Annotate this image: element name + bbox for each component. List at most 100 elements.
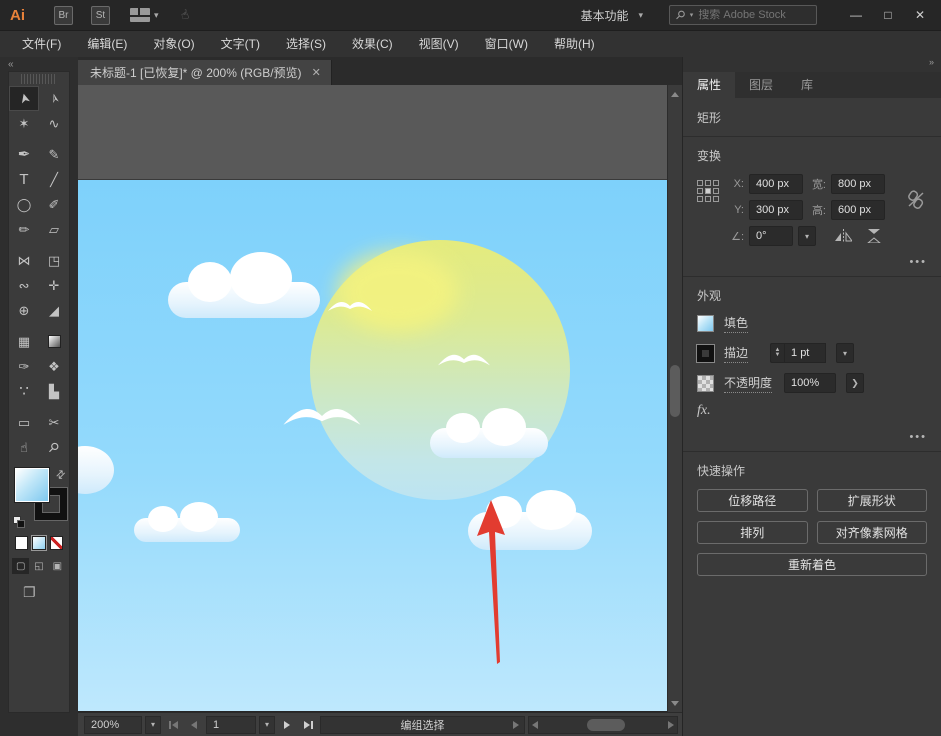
stroke-swatch[interactable] [697, 345, 714, 362]
line-segment-tool[interactable]: ╱ [39, 167, 69, 192]
fx-effects-button[interactable]: fx. [697, 403, 927, 419]
canvas-scroll-area[interactable] [78, 85, 667, 712]
more-options-icon[interactable]: ••• [697, 427, 927, 451]
tab-properties[interactable]: 属性 [683, 72, 735, 98]
opacity-swatch[interactable] [697, 375, 714, 392]
perspective-grid-tool[interactable]: ◢ [39, 298, 69, 323]
scroll-up-icon[interactable] [668, 87, 682, 101]
mesh-tool[interactable]: ▦ [9, 329, 39, 354]
opacity-field[interactable]: 100% [784, 373, 836, 393]
flip-vertical-icon[interactable] [866, 229, 883, 243]
pencil-tool[interactable]: ✏ [9, 217, 39, 242]
direct-selection-tool[interactable]: ➢ [39, 86, 69, 111]
document-tab[interactable]: 未标题-1 [已恢复]* @ 200% (RGB/预览) ✕ [78, 60, 332, 85]
artboard-dropdown-icon[interactable]: ▾ [259, 716, 275, 734]
type-tool[interactable]: T [9, 167, 39, 192]
swap-fill-stroke-icon[interactable]: ⇄ [53, 467, 69, 483]
bridge-icon[interactable]: Br [54, 6, 73, 25]
eyedropper-tool[interactable]: ✑ [9, 354, 39, 379]
rotation-dropdown-icon[interactable]: ▾ [798, 226, 816, 246]
horizontal-scrollbar[interactable] [528, 716, 678, 734]
artboard-tool[interactable]: ▭ [9, 410, 39, 435]
width-field[interactable]: 800 px [831, 174, 885, 194]
align-pixel-grid-button[interactable]: 对齐像素网格 [817, 521, 928, 544]
screen-mode-icon[interactable]: ❐ [23, 584, 69, 601]
blend-tool[interactable]: ❖ [39, 354, 69, 379]
more-options-icon[interactable]: ••• [697, 252, 927, 276]
default-fill-stroke-icon[interactable] [13, 516, 25, 528]
fill-color-swatch[interactable] [15, 468, 49, 502]
menu-window[interactable]: 窗口(W) [473, 31, 540, 57]
column-graph-tool[interactable]: ▙ [39, 379, 69, 404]
menu-effect[interactable]: 效果(C) [340, 31, 405, 57]
gradient-button[interactable] [32, 536, 45, 550]
search-input[interactable] [698, 9, 798, 21]
scroll-right-icon[interactable] [668, 721, 674, 729]
menu-file[interactable]: 文件(F) [10, 31, 73, 57]
zoom-level-field[interactable]: 200% [84, 716, 142, 734]
reference-point-locator[interactable] [697, 180, 720, 203]
stroke-weight-value[interactable]: 1 pt [784, 343, 826, 363]
draw-inside-icon[interactable]: ▣ [49, 558, 66, 574]
symbol-sprayer-tool[interactable]: ∵ [9, 379, 39, 404]
x-field[interactable]: 400 px [749, 174, 803, 194]
bird-shape[interactable] [283, 402, 361, 430]
color-button[interactable] [15, 536, 28, 550]
paintbrush-tool[interactable]: ✐ [39, 192, 69, 217]
free-transform-tool[interactable]: ✛ [39, 273, 69, 298]
artboard-number-field[interactable]: 1 [206, 716, 256, 734]
red-arrow-annotation[interactable] [470, 500, 512, 668]
tab-layers[interactable]: 图层 [735, 72, 787, 98]
opacity-expand-icon[interactable]: ❯ [846, 373, 864, 393]
stock-search-box[interactable]: ⚲ ▾ [669, 5, 817, 25]
curvature-tool[interactable]: ✎ [39, 142, 69, 167]
shape-builder-tool[interactable]: ⊕ [9, 298, 39, 323]
stroke-weight-dropdown-icon[interactable]: ▾ [836, 343, 854, 363]
horizontal-scroll-thumb[interactable] [587, 719, 625, 731]
cloud-shape[interactable] [430, 428, 548, 458]
pasteboard[interactable] [78, 85, 667, 180]
workspace-switcher[interactable]: 基本功能 ▾ [580, 7, 643, 24]
width-tool[interactable]: ∾ [9, 273, 39, 298]
chevron-down-icon[interactable]: ▾ [154, 10, 159, 21]
stroke-weight-stepper[interactable]: ▲▼ 1 pt [770, 343, 826, 363]
menu-edit[interactable]: 编辑(E) [75, 31, 139, 57]
tab-libraries[interactable]: 库 [787, 72, 827, 98]
artboard-sky-artwork[interactable] [78, 180, 667, 711]
arrange-documents-icon[interactable] [130, 8, 150, 22]
vertical-scrollbar[interactable] [667, 85, 682, 712]
next-artboard-button[interactable] [278, 716, 296, 734]
stroke-label[interactable]: 描边 [724, 344, 748, 363]
hand-tool[interactable]: ☝ [9, 435, 39, 460]
maximize-button[interactable]: □ [873, 4, 903, 26]
vertical-scroll-thumb[interactable] [670, 365, 680, 417]
pen-tool[interactable]: ✒ [9, 142, 39, 167]
lasso-tool[interactable]: ∿ [39, 111, 69, 136]
rotation-field[interactable]: 0° [749, 226, 793, 246]
last-artboard-button[interactable] [299, 716, 317, 734]
zoom-dropdown-icon[interactable]: ▾ [145, 716, 161, 734]
menu-type[interactable]: 文字(T) [209, 31, 272, 57]
menu-view[interactable]: 视图(V) [407, 31, 471, 57]
menu-select[interactable]: 选择(S) [274, 31, 338, 57]
none-button[interactable] [50, 536, 63, 550]
bird-shape[interactable] [328, 298, 372, 314]
expand-shape-button[interactable]: 扩展形状 [817, 489, 928, 512]
close-button[interactable]: ✕ [905, 4, 935, 26]
cloud-shape[interactable] [78, 446, 114, 494]
magic-wand-tool[interactable]: ✶ [9, 111, 39, 136]
scale-tool[interactable]: ◳ [39, 248, 69, 273]
previous-artboard-button[interactable] [185, 716, 203, 734]
scroll-left-icon[interactable] [532, 721, 538, 729]
shaper-tool[interactable]: ◯ [9, 192, 39, 217]
fill-label[interactable]: 填色 [724, 314, 748, 333]
selection-tool[interactable]: ➤ [9, 86, 39, 111]
zoom-tool[interactable]: ⚲ [39, 435, 69, 460]
scroll-down-icon[interactable] [668, 696, 682, 710]
recolor-button[interactable]: 重新着色 [697, 553, 927, 576]
slice-tool[interactable]: ✂ [39, 410, 69, 435]
y-field[interactable]: 300 px [749, 200, 803, 220]
draw-normal-icon[interactable]: ▢ [12, 558, 29, 574]
draw-behind-icon[interactable]: ◱ [30, 558, 47, 574]
status-menu-icon[interactable] [513, 721, 519, 729]
